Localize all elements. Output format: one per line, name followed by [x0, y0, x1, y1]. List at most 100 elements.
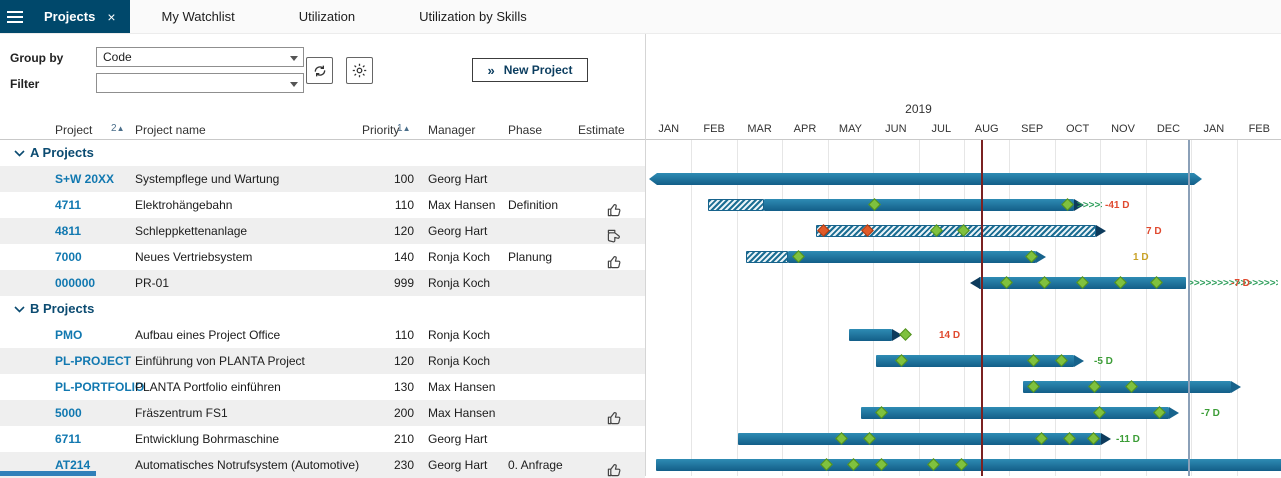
project-code-link[interactable]: PMO	[55, 328, 82, 342]
col-phase[interactable]: Phase	[508, 123, 542, 137]
project-manager: Ronja Koch	[428, 328, 490, 342]
tab-label: Utilization by Skills	[419, 9, 527, 24]
filter-select[interactable]	[96, 73, 304, 93]
month-label: SEP	[1009, 123, 1054, 135]
table-row[interactable]: PL-PORTFOLIOPLANTA Portfolio einführen13…	[0, 374, 645, 400]
gantt-bar[interactable]	[849, 329, 892, 341]
project-priority: 110	[362, 328, 414, 342]
project-code-link[interactable]: 4711	[55, 198, 81, 212]
gantt-bar[interactable]	[708, 199, 764, 211]
delay-label: 1 D	[1133, 252, 1149, 263]
refresh-icon	[312, 63, 328, 79]
gantt-row: -11 D	[646, 426, 1281, 452]
table-row[interactable]: 000000PR-01999Ronja Koch	[0, 270, 645, 296]
gantt-row	[646, 452, 1281, 476]
col-project-name[interactable]: Project name	[135, 123, 206, 137]
thumbs-side-icon	[606, 228, 622, 244]
project-priority: 210	[362, 432, 414, 446]
project-priority: 120	[362, 224, 414, 238]
col-project[interactable]: Project	[55, 123, 92, 137]
table-row[interactable]: 6711Entwicklung Bohrmaschine210Georg Har…	[0, 426, 645, 452]
project-manager: Georg Hart	[428, 432, 487, 446]
project-priority: 110	[362, 198, 414, 212]
project-manager: Georg Hart	[428, 224, 487, 238]
project-manager: Georg Hart	[428, 458, 487, 472]
project-code-link[interactable]: S+W 20XX	[55, 172, 114, 186]
gantt-bar[interactable]	[746, 251, 788, 263]
project-code-link[interactable]: 000000	[55, 276, 95, 290]
group-by-select[interactable]: Code	[96, 47, 304, 67]
tab-my-watchlist[interactable]: My Watchlist	[130, 0, 267, 33]
gantt-bar[interactable]	[816, 225, 1096, 237]
project-phase: 0. Anfrage	[508, 458, 563, 472]
month-label: DEC	[1146, 123, 1191, 135]
col-estimate[interactable]: Estimate	[578, 123, 625, 137]
project-priority: 999	[362, 276, 414, 290]
project-name: Aufbau eines Project Office	[135, 328, 280, 342]
timeline-year: 2019	[646, 102, 1191, 116]
table-row[interactable]: PL-PROJECTEinführung von PLANTA Project1…	[0, 348, 645, 374]
gantt-bar[interactable]	[764, 199, 1074, 211]
month-label: JAN	[646, 123, 691, 135]
project-code-link[interactable]: AT214	[55, 458, 90, 472]
project-name: Neues Vertriebsystem	[135, 250, 252, 264]
gantt-row: 1 D	[646, 244, 1281, 270]
gantt-panel: 2019 JANFEBMARAPRMAYJUNJULAUGSEPOCTNOVDE…	[645, 34, 1281, 476]
col-manager[interactable]: Manager	[428, 123, 475, 137]
new-project-button[interactable]: » New Project	[472, 58, 588, 82]
tab-utilization[interactable]: Utilization	[267, 0, 387, 33]
thumbs-up-icon	[606, 410, 622, 426]
table-row[interactable]: PMO Aufbau eines Project Office 110 Ronja K…	[0, 322, 645, 348]
project-code-link[interactable]: 7000	[55, 250, 82, 264]
project-name: PLANTA Portfolio einführen	[135, 380, 281, 394]
bar-end-arrow-icon	[1036, 251, 1046, 263]
tab-utilization-by-skills[interactable]: Utilization by Skills	[387, 0, 559, 33]
delay-label: -5 D	[1094, 356, 1113, 367]
sort-badge-project[interactable]: 2▲	[111, 123, 124, 134]
table-row[interactable]: 7000Neues Vertriebsystem140Ronja KochPla…	[0, 244, 645, 270]
table-row[interactable]: 4811Schleppkettenanlage120Georg Hart	[0, 218, 645, 244]
month-label: APR	[782, 123, 827, 135]
col-priority[interactable]: Priority	[362, 123, 399, 137]
table-row[interactable]: AT214Automatisches Notrufsystem (Automot…	[0, 452, 645, 478]
tab-label: Utilization	[299, 9, 355, 24]
group-row[interactable]: B Projects	[0, 296, 645, 322]
group-label: B Projects	[30, 301, 94, 316]
project-name: Systempflege und Wartung	[135, 172, 279, 186]
refresh-button[interactable]	[306, 57, 333, 84]
project-code-link[interactable]: 5000	[55, 406, 82, 420]
chevron-down-icon[interactable]	[14, 306, 25, 313]
delay-label: -7 D	[1201, 408, 1220, 419]
project-code-link[interactable]: 6711	[55, 432, 81, 446]
table-row[interactable]: S+W 20XXSystempflege und Wartung100Georg…	[0, 166, 645, 192]
table-row[interactable]: 4711Elektrohängebahn110Max HansenDefinit…	[0, 192, 645, 218]
project-code-link[interactable]: PL-PORTFOLIO	[55, 380, 144, 394]
today-line	[981, 140, 983, 476]
close-icon[interactable]: ×	[107, 10, 115, 24]
group-row[interactable]: A Projects	[0, 140, 645, 166]
tab-label: My Watchlist	[162, 9, 235, 24]
gantt-row	[646, 140, 1281, 166]
month-label: MAY	[828, 123, 873, 135]
project-manager: Max Hansen	[428, 198, 495, 212]
tab-projects-active[interactable]: Projects ×	[30, 0, 130, 33]
tab-projects-label: Projects	[44, 9, 95, 24]
gantt-bar[interactable]	[649, 173, 1202, 185]
project-code-link[interactable]: 4811	[55, 224, 81, 238]
tab-bar: Projects × My Watchlist Utilization Util…	[0, 0, 1281, 34]
project-code-link[interactable]: PL-PROJECT	[55, 354, 131, 368]
group-by-label: Group by	[10, 51, 63, 65]
project-priority: 230	[362, 458, 414, 472]
gantt-bar[interactable]	[861, 407, 1169, 419]
horizontal-scrollbar-thumb[interactable]	[0, 471, 96, 476]
chevron-down-icon[interactable]	[14, 150, 25, 157]
sort-badge-priority[interactable]: 1▲	[397, 123, 410, 134]
gantt-row	[646, 374, 1281, 400]
settings-button[interactable]	[346, 57, 373, 84]
gantt-bar[interactable]	[788, 251, 1036, 263]
gantt-row	[646, 296, 1281, 322]
gantt-rows: >>>>>-41 D7 D1 D>>>>>>>>>>>>>>>>-7 D14 D…	[646, 140, 1281, 476]
table-row[interactable]: 5000Fräszentrum FS1200Max Hansen	[0, 400, 645, 426]
thumbs-up-icon	[606, 254, 622, 270]
hamburger-menu-icon[interactable]	[0, 0, 30, 33]
